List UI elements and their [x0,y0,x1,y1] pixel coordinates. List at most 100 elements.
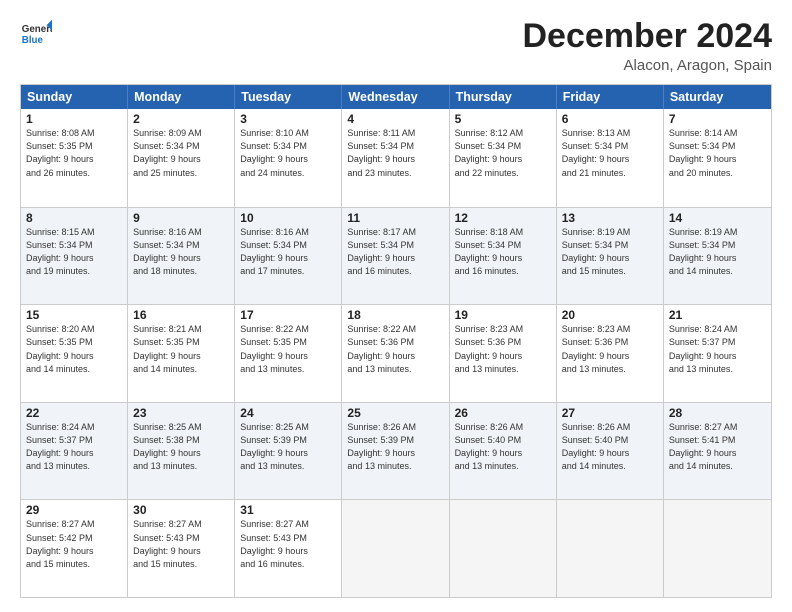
cell-info: Sunrise: 8:26 AM Sunset: 5:39 PM Dayligh… [347,421,443,473]
cell-info: Sunrise: 8:15 AM Sunset: 5:34 PM Dayligh… [26,226,122,278]
calendar-cell: 24Sunrise: 8:25 AM Sunset: 5:39 PM Dayli… [235,403,342,500]
logo: General Blue [20,18,52,50]
cell-info: Sunrise: 8:23 AM Sunset: 5:36 PM Dayligh… [562,323,658,375]
calendar-cell: 20Sunrise: 8:23 AM Sunset: 5:36 PM Dayli… [557,305,664,402]
calendar-cell: 9Sunrise: 8:16 AM Sunset: 5:34 PM Daylig… [128,208,235,305]
calendar: SundayMondayTuesdayWednesdayThursdayFrid… [20,84,772,598]
calendar-cell: 22Sunrise: 8:24 AM Sunset: 5:37 PM Dayli… [21,403,128,500]
day-number: 13 [562,211,658,225]
cell-info: Sunrise: 8:08 AM Sunset: 5:35 PM Dayligh… [26,127,122,179]
page: General Blue December 2024 Alacon, Arago… [0,0,792,612]
cell-info: Sunrise: 8:18 AM Sunset: 5:34 PM Dayligh… [455,226,551,278]
day-number: 15 [26,308,122,322]
cell-info: Sunrise: 8:24 AM Sunset: 5:37 PM Dayligh… [26,421,122,473]
calendar-cell: 5Sunrise: 8:12 AM Sunset: 5:34 PM Daylig… [450,109,557,207]
cell-info: Sunrise: 8:22 AM Sunset: 5:35 PM Dayligh… [240,323,336,375]
header-day-monday: Monday [128,85,235,109]
cell-info: Sunrise: 8:25 AM Sunset: 5:39 PM Dayligh… [240,421,336,473]
header-day-thursday: Thursday [450,85,557,109]
day-number: 11 [347,211,443,225]
calendar-cell: 14Sunrise: 8:19 AM Sunset: 5:34 PM Dayli… [664,208,771,305]
calendar-cell: 17Sunrise: 8:22 AM Sunset: 5:35 PM Dayli… [235,305,342,402]
cell-info: Sunrise: 8:11 AM Sunset: 5:34 PM Dayligh… [347,127,443,179]
day-number: 27 [562,406,658,420]
calendar-cell: 4Sunrise: 8:11 AM Sunset: 5:34 PM Daylig… [342,109,449,207]
calendar-cell: 21Sunrise: 8:24 AM Sunset: 5:37 PM Dayli… [664,305,771,402]
cell-info: Sunrise: 8:16 AM Sunset: 5:34 PM Dayligh… [133,226,229,278]
calendar-cell [342,500,449,597]
cell-info: Sunrise: 8:25 AM Sunset: 5:38 PM Dayligh… [133,421,229,473]
calendar-cell: 1Sunrise: 8:08 AM Sunset: 5:35 PM Daylig… [21,109,128,207]
calendar-row: 1Sunrise: 8:08 AM Sunset: 5:35 PM Daylig… [21,109,771,207]
calendar-cell: 26Sunrise: 8:26 AM Sunset: 5:40 PM Dayli… [450,403,557,500]
day-number: 2 [133,112,229,126]
calendar-cell: 19Sunrise: 8:23 AM Sunset: 5:36 PM Dayli… [450,305,557,402]
cell-info: Sunrise: 8:19 AM Sunset: 5:34 PM Dayligh… [669,226,766,278]
header-day-wednesday: Wednesday [342,85,449,109]
calendar-cell: 28Sunrise: 8:27 AM Sunset: 5:41 PM Dayli… [664,403,771,500]
day-number: 9 [133,211,229,225]
calendar-row: 15Sunrise: 8:20 AM Sunset: 5:35 PM Dayli… [21,304,771,402]
cell-info: Sunrise: 8:10 AM Sunset: 5:34 PM Dayligh… [240,127,336,179]
day-number: 21 [669,308,766,322]
calendar-row: 29Sunrise: 8:27 AM Sunset: 5:42 PM Dayli… [21,499,771,597]
calendar-cell: 2Sunrise: 8:09 AM Sunset: 5:34 PM Daylig… [128,109,235,207]
day-number: 1 [26,112,122,126]
cell-info: Sunrise: 8:21 AM Sunset: 5:35 PM Dayligh… [133,323,229,375]
day-number: 10 [240,211,336,225]
title-block: December 2024 Alacon, Aragon, Spain [522,18,772,74]
day-number: 30 [133,503,229,517]
cell-info: Sunrise: 8:26 AM Sunset: 5:40 PM Dayligh… [455,421,551,473]
svg-text:Blue: Blue [22,35,44,46]
cell-info: Sunrise: 8:19 AM Sunset: 5:34 PM Dayligh… [562,226,658,278]
calendar-cell [664,500,771,597]
cell-info: Sunrise: 8:09 AM Sunset: 5:34 PM Dayligh… [133,127,229,179]
calendar-cell [450,500,557,597]
calendar-cell: 27Sunrise: 8:26 AM Sunset: 5:40 PM Dayli… [557,403,664,500]
calendar-cell: 11Sunrise: 8:17 AM Sunset: 5:34 PM Dayli… [342,208,449,305]
cell-info: Sunrise: 8:27 AM Sunset: 5:43 PM Dayligh… [240,518,336,570]
main-title: December 2024 [522,18,772,55]
calendar-cell: 16Sunrise: 8:21 AM Sunset: 5:35 PM Dayli… [128,305,235,402]
calendar-cell: 13Sunrise: 8:19 AM Sunset: 5:34 PM Dayli… [557,208,664,305]
day-number: 3 [240,112,336,126]
header-day-sunday: Sunday [21,85,128,109]
cell-info: Sunrise: 8:24 AM Sunset: 5:37 PM Dayligh… [669,323,766,375]
day-number: 17 [240,308,336,322]
cell-info: Sunrise: 8:27 AM Sunset: 5:42 PM Dayligh… [26,518,122,570]
calendar-body: 1Sunrise: 8:08 AM Sunset: 5:35 PM Daylig… [21,109,771,597]
day-number: 31 [240,503,336,517]
day-number: 8 [26,211,122,225]
subtitle: Alacon, Aragon, Spain [522,57,772,74]
day-number: 19 [455,308,551,322]
cell-info: Sunrise: 8:14 AM Sunset: 5:34 PM Dayligh… [669,127,766,179]
header-day-tuesday: Tuesday [235,85,342,109]
day-number: 23 [133,406,229,420]
cell-info: Sunrise: 8:27 AM Sunset: 5:43 PM Dayligh… [133,518,229,570]
cell-info: Sunrise: 8:12 AM Sunset: 5:34 PM Dayligh… [455,127,551,179]
day-number: 4 [347,112,443,126]
day-number: 16 [133,308,229,322]
header-day-friday: Friday [557,85,664,109]
day-number: 20 [562,308,658,322]
day-number: 5 [455,112,551,126]
calendar-cell: 25Sunrise: 8:26 AM Sunset: 5:39 PM Dayli… [342,403,449,500]
header: General Blue December 2024 Alacon, Arago… [20,18,772,74]
calendar-cell: 15Sunrise: 8:20 AM Sunset: 5:35 PM Dayli… [21,305,128,402]
day-number: 28 [669,406,766,420]
day-number: 12 [455,211,551,225]
calendar-cell: 8Sunrise: 8:15 AM Sunset: 5:34 PM Daylig… [21,208,128,305]
calendar-cell: 23Sunrise: 8:25 AM Sunset: 5:38 PM Dayli… [128,403,235,500]
day-number: 14 [669,211,766,225]
header-day-saturday: Saturday [664,85,771,109]
logo-icon: General Blue [20,18,52,50]
calendar-row: 22Sunrise: 8:24 AM Sunset: 5:37 PM Dayli… [21,402,771,500]
day-number: 26 [455,406,551,420]
day-number: 29 [26,503,122,517]
calendar-row: 8Sunrise: 8:15 AM Sunset: 5:34 PM Daylig… [21,207,771,305]
day-number: 24 [240,406,336,420]
calendar-cell [557,500,664,597]
cell-info: Sunrise: 8:16 AM Sunset: 5:34 PM Dayligh… [240,226,336,278]
day-number: 18 [347,308,443,322]
calendar-cell: 6Sunrise: 8:13 AM Sunset: 5:34 PM Daylig… [557,109,664,207]
